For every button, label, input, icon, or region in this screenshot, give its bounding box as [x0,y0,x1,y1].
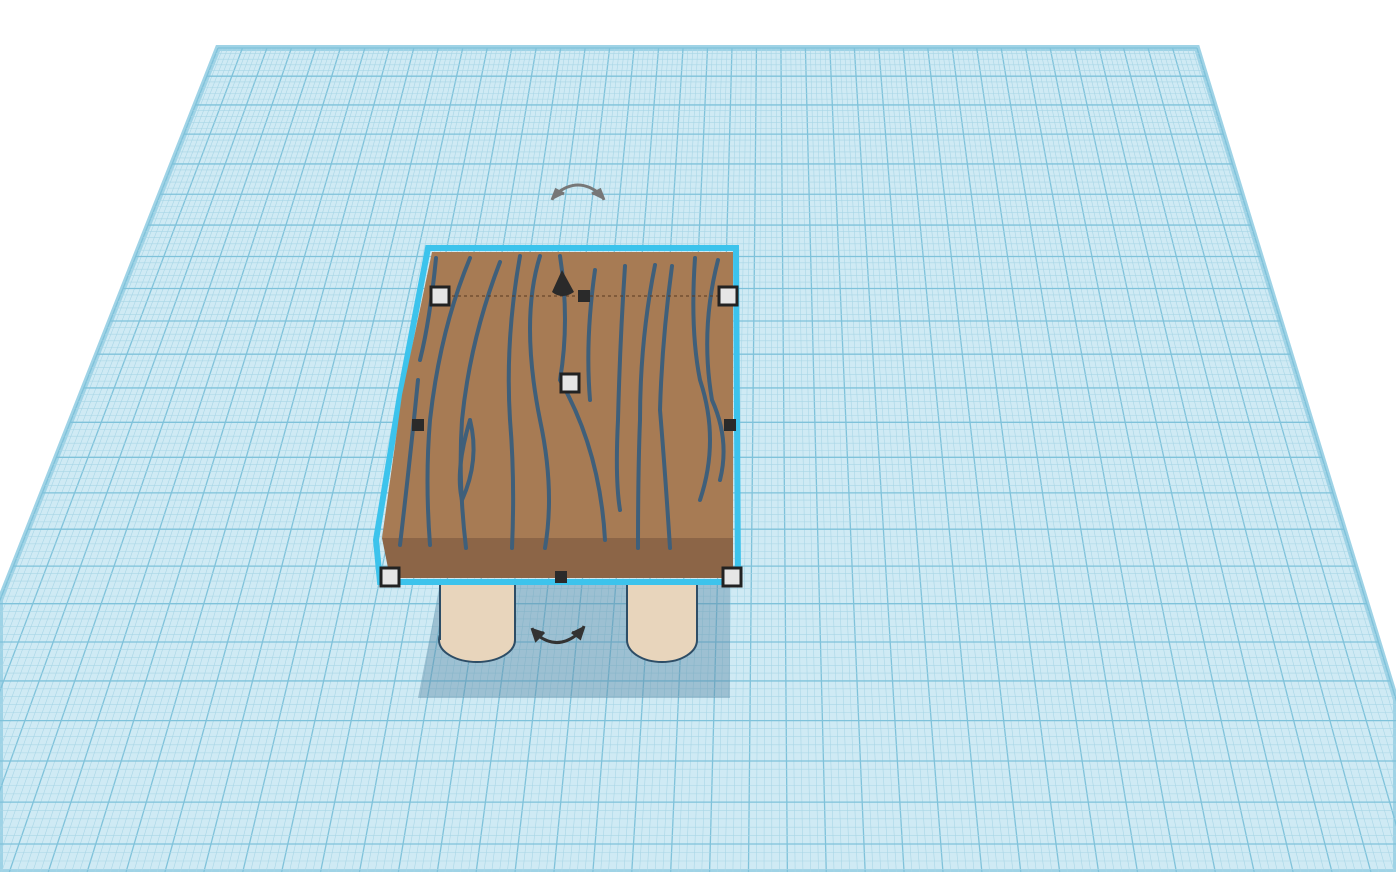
table-leg-left[interactable] [438,580,516,663]
side-handle-bottom[interactable] [555,571,567,583]
resize-handle-bottom-right[interactable] [721,566,743,588]
side-handle-top[interactable] [578,290,590,302]
side-handle-right[interactable] [724,419,736,431]
resize-handle-top-left[interactable] [429,285,451,307]
table-leg-right[interactable] [626,580,698,663]
resize-handle-bottom-left[interactable] [379,566,401,588]
resize-handle-top-right[interactable] [717,285,739,307]
side-handle-left[interactable] [412,419,424,431]
height-handle[interactable] [559,372,581,394]
workplane-viewport[interactable] [0,0,1396,872]
